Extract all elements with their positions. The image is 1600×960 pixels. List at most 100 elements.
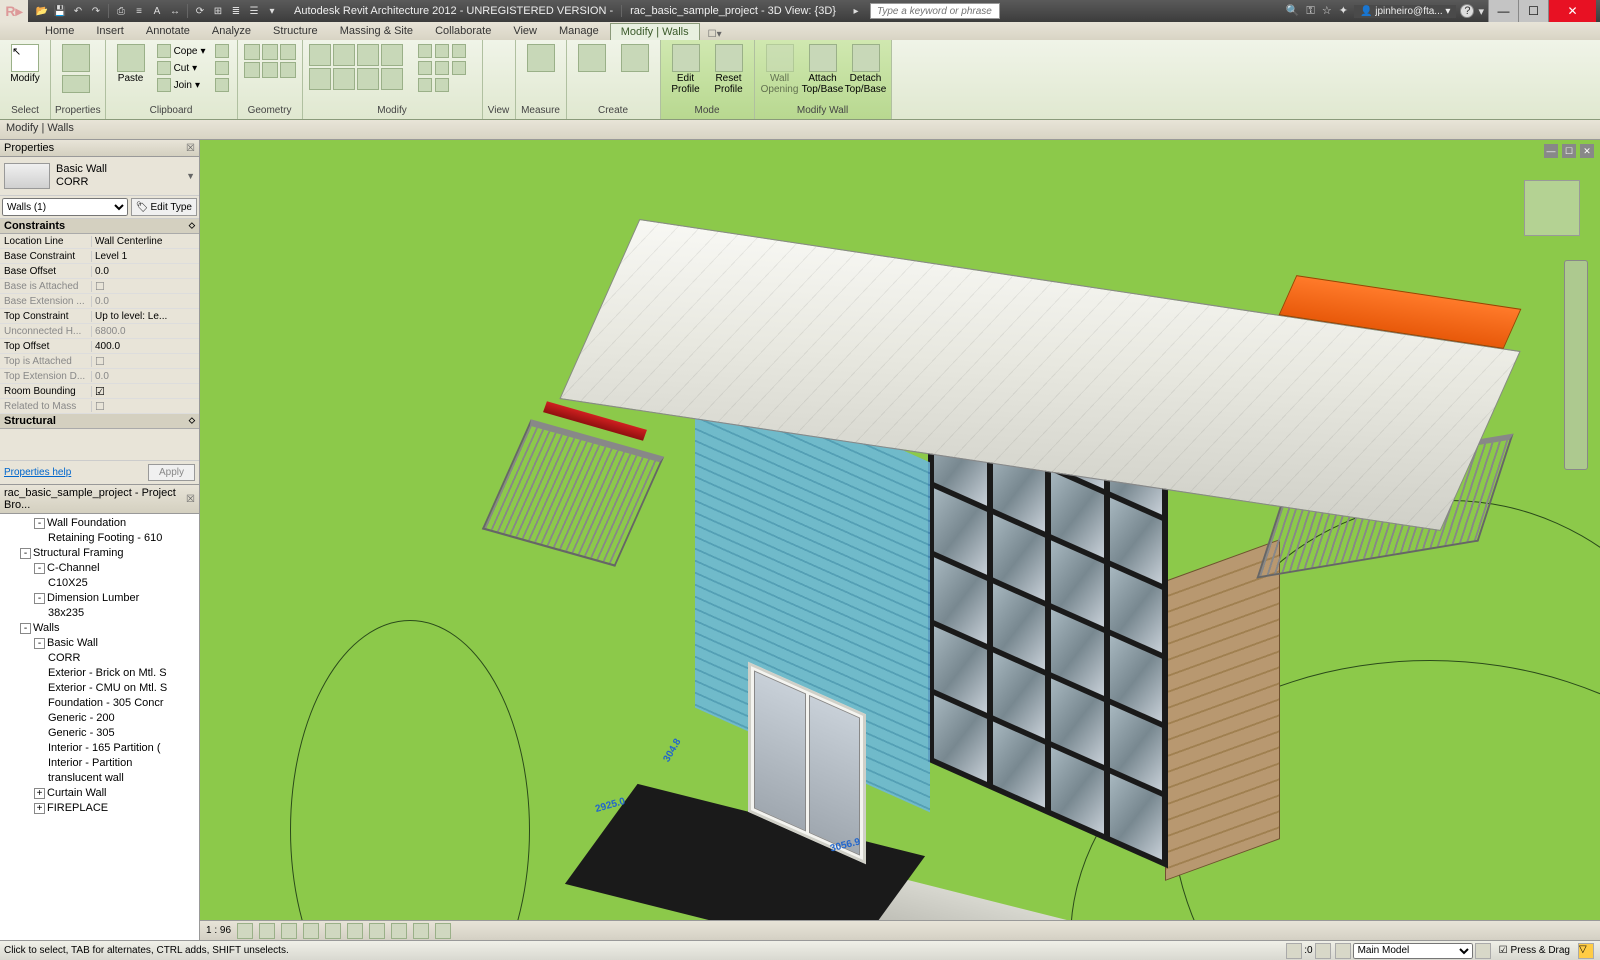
demolish-button[interactable] bbox=[212, 77, 232, 93]
tab-insert[interactable]: Insert bbox=[85, 22, 135, 40]
notch-button[interactable] bbox=[212, 60, 232, 76]
browser-close-icon[interactable]: ☒ bbox=[186, 494, 195, 505]
tree-node[interactable]: Exterior - Brick on Mtl. S bbox=[2, 666, 197, 681]
key-icon[interactable]: ⚿ bbox=[1306, 5, 1314, 17]
tree-node[interactable]: Interior - 165 Partition ( bbox=[2, 741, 197, 756]
property-row[interactable]: Location LineWall Centerline bbox=[0, 234, 199, 249]
tree-node[interactable]: -Dimension Lumber bbox=[2, 591, 197, 606]
property-row[interactable]: Base Extension ...0.0 bbox=[0, 294, 199, 309]
workset-select[interactable]: Main Model bbox=[1353, 943, 1473, 959]
properties-help-link[interactable]: Properties help bbox=[4, 467, 71, 478]
tab-annotate[interactable]: Annotate bbox=[135, 22, 201, 40]
edit-profile-button[interactable]: Edit Profile bbox=[665, 42, 707, 97]
properties-button[interactable] bbox=[55, 42, 97, 95]
tree-node[interactable]: Foundation - 305 Concr bbox=[2, 696, 197, 711]
design-options-icon[interactable] bbox=[1335, 943, 1351, 959]
property-row[interactable]: Base is Attached bbox=[0, 279, 199, 294]
shadows-icon[interactable] bbox=[303, 923, 319, 939]
exclude-options-icon[interactable] bbox=[1475, 943, 1491, 959]
section-structural[interactable]: Structural⬦ bbox=[0, 414, 199, 429]
property-row[interactable]: Base Offset0.0 bbox=[0, 264, 199, 279]
lock-icon[interactable] bbox=[391, 923, 407, 939]
property-row[interactable]: Top Extension D...0.0 bbox=[0, 369, 199, 384]
print-icon[interactable]: ⎙ bbox=[113, 3, 129, 19]
ribbon-expand-icon[interactable]: ☐▾ bbox=[708, 29, 722, 40]
thin-lines-icon[interactable]: ≣ bbox=[228, 3, 244, 19]
properties-close-icon[interactable]: ☒ bbox=[186, 143, 195, 154]
measure-icon[interactable]: ≡ bbox=[131, 3, 147, 19]
measure-button[interactable] bbox=[520, 42, 562, 74]
tree-node[interactable]: -Structural Framing bbox=[2, 546, 197, 561]
text-icon[interactable]: A bbox=[149, 3, 165, 19]
tree-node[interactable]: -Walls bbox=[2, 621, 197, 636]
worksets-icon[interactable] bbox=[1286, 943, 1302, 959]
view-icon[interactable] bbox=[488, 43, 510, 65]
editable-only-icon[interactable] bbox=[1315, 943, 1331, 959]
tree-node[interactable]: -Wall Foundation bbox=[2, 516, 197, 531]
create-button[interactable] bbox=[571, 42, 613, 74]
attach-button[interactable]: Attach Top/Base bbox=[802, 42, 844, 97]
filter-icon[interactable]: ▽ bbox=[1578, 943, 1594, 959]
tree-node[interactable]: 38x235 bbox=[2, 606, 197, 621]
tree-node[interactable]: +Curtain Wall bbox=[2, 786, 197, 801]
modify-tools[interactable] bbox=[307, 42, 413, 92]
help-icon[interactable]: ? bbox=[1460, 4, 1474, 18]
save-icon[interactable]: 💾 bbox=[52, 3, 68, 19]
tab-massing-site[interactable]: Massing & Site bbox=[329, 22, 424, 40]
geometry-tools[interactable] bbox=[242, 42, 298, 80]
detach-button[interactable]: Detach Top/Base bbox=[845, 42, 887, 97]
close-views-icon[interactable]: ☰ bbox=[246, 3, 262, 19]
tab-structure[interactable]: Structure bbox=[262, 22, 329, 40]
tree-node[interactable]: translucent wall bbox=[2, 771, 197, 786]
rendering-icon[interactable] bbox=[325, 923, 341, 939]
tree-node[interactable]: Retaining Footing - 610 bbox=[2, 531, 197, 546]
tree-node[interactable]: Exterior - CMU on Mtl. S bbox=[2, 681, 197, 696]
search-input[interactable] bbox=[870, 3, 1000, 19]
binoculars-icon[interactable]: 🔍 bbox=[1286, 5, 1300, 17]
wall-opening-button[interactable]: Wall Opening bbox=[759, 42, 801, 97]
property-row[interactable]: Top ConstraintUp to level: Le... bbox=[0, 309, 199, 324]
section-icon[interactable]: ⊞ bbox=[210, 3, 226, 19]
project-tree[interactable]: -Wall FoundationRetaining Footing - 610-… bbox=[0, 514, 199, 940]
tab-manage[interactable]: Manage bbox=[548, 22, 610, 40]
minimize-button[interactable]: — bbox=[1488, 0, 1518, 22]
open-icon[interactable]: 📂 bbox=[34, 3, 50, 19]
tab-home[interactable]: Home bbox=[34, 22, 85, 40]
tab-collaborate[interactable]: Collaborate bbox=[424, 22, 502, 40]
sync-icon[interactable]: ⟳ bbox=[192, 3, 208, 19]
temp-hide-icon[interactable] bbox=[413, 923, 429, 939]
3d-viewport[interactable]: 2925.0 304.8 3056.9 — ☐ ✕ 1 : 96 bbox=[200, 140, 1600, 940]
sun-path-icon[interactable] bbox=[281, 923, 297, 939]
type-selector[interactable]: Basic WallCORR ▼ bbox=[0, 157, 199, 196]
user-account[interactable]: 👤 jpinheiro@fta... ▾ bbox=[1354, 5, 1456, 18]
property-row[interactable]: Top is Attached bbox=[0, 354, 199, 369]
star-icon[interactable]: ☆ bbox=[1322, 5, 1332, 17]
reset-profile-button[interactable]: Reset Profile bbox=[708, 42, 750, 97]
crop-icon[interactable] bbox=[347, 923, 363, 939]
modify-button[interactable]: ↖Modify bbox=[4, 42, 46, 86]
property-row[interactable]: Room Bounding bbox=[0, 384, 199, 399]
property-row[interactable]: Unconnected H...6800.0 bbox=[0, 324, 199, 339]
paste-button[interactable]: Paste bbox=[110, 42, 152, 86]
close-button[interactable]: ✕ bbox=[1548, 0, 1596, 22]
visual-style-icon[interactable] bbox=[259, 923, 275, 939]
view-minimize-icon[interactable]: — bbox=[1544, 144, 1558, 158]
view-cube[interactable] bbox=[1524, 180, 1580, 236]
property-row[interactable]: Related to Mass bbox=[0, 399, 199, 414]
cope-button[interactable]: Cope ▾ bbox=[154, 43, 209, 59]
tab-view[interactable]: View bbox=[502, 22, 548, 40]
exchange-icon[interactable]: ✦ bbox=[1339, 5, 1348, 17]
tree-node[interactable]: -C-Channel bbox=[2, 561, 197, 576]
dim-icon[interactable]: ↔ bbox=[167, 3, 183, 19]
crop-region-icon[interactable] bbox=[369, 923, 385, 939]
redo-icon[interactable]: ↷ bbox=[88, 3, 104, 19]
tree-node[interactable]: Generic - 305 bbox=[2, 726, 197, 741]
view-close-icon[interactable]: ✕ bbox=[1580, 144, 1594, 158]
navigation-bar[interactable] bbox=[1564, 260, 1588, 470]
press-drag-checkbox[interactable]: ☑Press & Drag bbox=[1499, 945, 1570, 956]
detail-level-icon[interactable] bbox=[237, 923, 253, 939]
scale-label[interactable]: 1 : 96 bbox=[206, 925, 231, 936]
undo-icon[interactable]: ↶ bbox=[70, 3, 86, 19]
recent-docs-icon[interactable]: ▸ bbox=[848, 3, 864, 19]
cut-button[interactable]: Cut ▾ bbox=[154, 60, 209, 76]
